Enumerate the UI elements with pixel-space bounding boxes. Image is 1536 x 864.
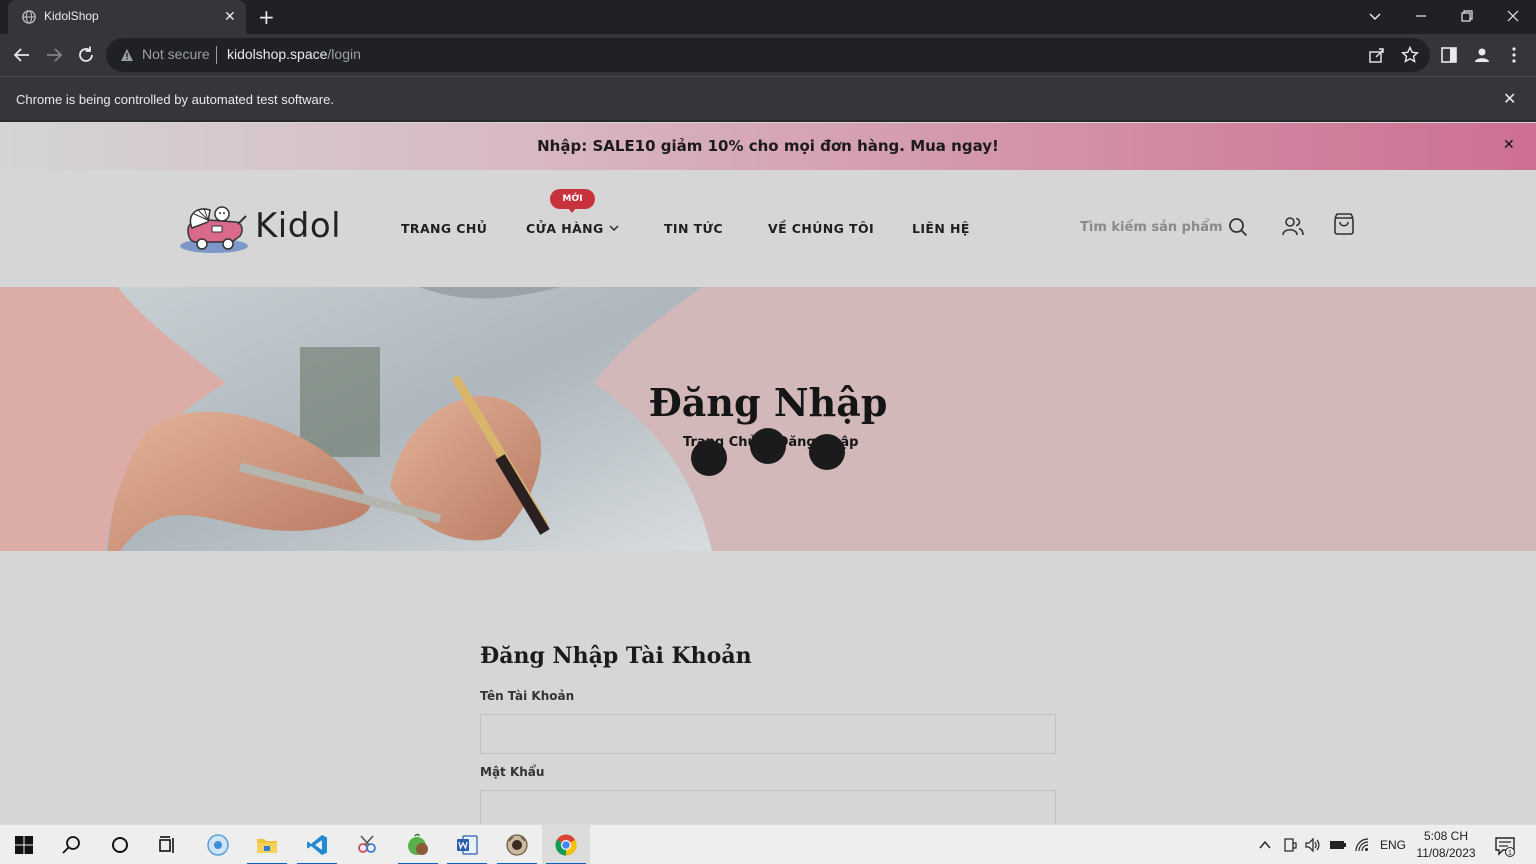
tab-title: KidolShop xyxy=(44,9,99,23)
taskbar-vscode[interactable] xyxy=(293,825,341,864)
username-input[interactable] xyxy=(480,714,1056,754)
loading-dot xyxy=(750,428,786,464)
page-hero: Đăng Nhập Trang Chủ\Đăng Nhập xyxy=(0,287,1536,551)
username-label: Tên Tài Khoản xyxy=(480,689,575,703)
cortana-circle-icon xyxy=(112,837,128,853)
account-users-icon[interactable] xyxy=(1281,214,1305,238)
nav-shop[interactable]: CỬA HÀNG xyxy=(526,221,604,236)
close-window-icon[interactable] xyxy=(1506,9,1520,23)
chrome-icon xyxy=(555,834,577,856)
dictionary-app-icon xyxy=(408,833,428,855)
globe-icon xyxy=(22,10,36,24)
infobar-message: Chrome is being controlled by automated … xyxy=(16,92,334,107)
promo-text[interactable]: Nhập: SALE10 giảm 10% cho mọi đơn hàng. … xyxy=(0,137,1536,155)
automation-infobar: Chrome is being controlled by automated … xyxy=(0,76,1536,122)
page-title: Đăng Nhập xyxy=(648,380,888,425)
not-secure-label[interactable]: Not secure xyxy=(142,46,210,62)
login-title: Đăng Nhập Tài Khoản xyxy=(480,643,752,669)
warning-triangle-icon[interactable] xyxy=(120,48,134,62)
taskbar-word[interactable] xyxy=(443,825,491,864)
nav-contact[interactable]: LIÊN HỆ xyxy=(912,221,970,236)
taskbar-app-1[interactable] xyxy=(194,825,242,864)
taskbar-app-4[interactable] xyxy=(343,825,391,864)
notification-icon[interactable]: 1 xyxy=(1494,835,1516,857)
task-view-button[interactable] xyxy=(144,825,192,864)
wifi-icon[interactable] xyxy=(1354,837,1370,853)
address-bar[interactable]: Not secure kidolshop.space/login xyxy=(106,38,1430,72)
battery-icon[interactable] xyxy=(1329,837,1347,853)
url-path: /login xyxy=(327,46,361,62)
url-text[interactable]: kidolshop.space/login xyxy=(227,46,361,62)
notification-count: 1 xyxy=(1508,850,1512,857)
taskbar-search-button[interactable] xyxy=(48,825,96,864)
chevron-up-icon[interactable] xyxy=(1257,837,1273,853)
browser-toolbar: Not secure kidolshop.space/login xyxy=(0,34,1536,76)
media-player-icon xyxy=(207,834,229,856)
task-view-icon xyxy=(159,836,174,853)
language-indicator[interactable]: ENG xyxy=(1380,838,1406,852)
tab-search-chevron-icon[interactable] xyxy=(1368,9,1382,23)
tab-close-icon[interactable]: ✕ xyxy=(224,8,236,26)
address-divider xyxy=(216,46,217,64)
chevron-down-icon[interactable] xyxy=(609,223,619,233)
search-icon xyxy=(62,836,80,854)
forward-arrow-icon[interactable] xyxy=(43,44,65,66)
back-arrow-icon[interactable] xyxy=(11,44,33,66)
loading-dot xyxy=(809,434,845,470)
new-badge: MỚI xyxy=(550,189,595,213)
game-app-icon xyxy=(506,834,528,856)
infobar-close-icon[interactable]: ✕ xyxy=(1503,89,1516,109)
windows-logo-icon xyxy=(15,836,33,854)
taskbar-file-explorer[interactable] xyxy=(243,825,291,864)
taskbar-app-5[interactable] xyxy=(394,825,442,864)
snipping-tool-icon xyxy=(358,835,376,853)
profile-icon[interactable] xyxy=(1473,46,1491,64)
web-page: Nhập: SALE10 giảm 10% cho mọi đơn hàng. … xyxy=(0,123,1536,824)
tab-strip: KidolShop ✕ + xyxy=(0,0,1536,34)
clock-time: 5:08 CH xyxy=(1423,829,1469,843)
nav-about[interactable]: VỀ CHÚNG TÔI xyxy=(768,221,874,236)
menu-kebab-icon[interactable] xyxy=(1505,46,1523,64)
password-label: Mật Khẩu xyxy=(480,765,545,779)
share-icon[interactable] xyxy=(1368,46,1386,64)
promo-close-icon[interactable]: ✕ xyxy=(1503,136,1515,154)
clock[interactable]: 5:08 CH 11/08/2023 xyxy=(1414,828,1478,862)
taskbar-chrome[interactable] xyxy=(542,825,590,864)
password-input[interactable] xyxy=(480,790,1056,824)
word-icon xyxy=(457,835,478,855)
cortana-button[interactable] xyxy=(96,825,144,864)
side-panel-icon[interactable] xyxy=(1440,46,1458,64)
nav-news[interactable]: TIN TỨC xyxy=(664,221,723,236)
vscode-icon xyxy=(307,835,327,855)
logo-text[interactable]: Kidol xyxy=(255,206,341,246)
shopping-bag-icon[interactable] xyxy=(1332,212,1356,236)
clock-date: 11/08/2023 xyxy=(1416,846,1476,860)
url-host: kidolshop.space xyxy=(227,46,328,62)
minimize-icon[interactable] xyxy=(1414,9,1428,23)
restore-icon[interactable] xyxy=(1460,9,1474,23)
bookmark-star-icon[interactable] xyxy=(1401,46,1419,64)
search-icon[interactable] xyxy=(1227,216,1249,238)
taskbar-app-7[interactable] xyxy=(493,825,541,864)
promo-banner: Nhập: SALE10 giảm 10% cho mọi đơn hàng. … xyxy=(0,123,1536,170)
folder-icon xyxy=(257,839,277,853)
windows-taskbar: ENG 5:08 CH 11/08/2023 1 xyxy=(0,824,1536,864)
loading-dot xyxy=(691,440,727,476)
browser-tab[interactable]: KidolShop ✕ xyxy=(8,0,246,34)
new-tab-button[interactable]: + xyxy=(258,5,275,29)
site-header: Kidol TRANG CHỦ MỚI CỬA HÀNG TIN TỨC VỀ … xyxy=(0,170,1536,287)
nav-home[interactable]: TRANG CHỦ xyxy=(401,221,487,236)
stroller-logo-icon[interactable] xyxy=(178,200,252,256)
start-button[interactable] xyxy=(0,825,48,864)
reload-icon[interactable] xyxy=(75,44,97,66)
volume-icon[interactable] xyxy=(1304,837,1320,853)
device-icon[interactable] xyxy=(1282,837,1298,853)
search-input[interactable]: Tìm kiếm sản phẩm xyxy=(1080,220,1223,235)
